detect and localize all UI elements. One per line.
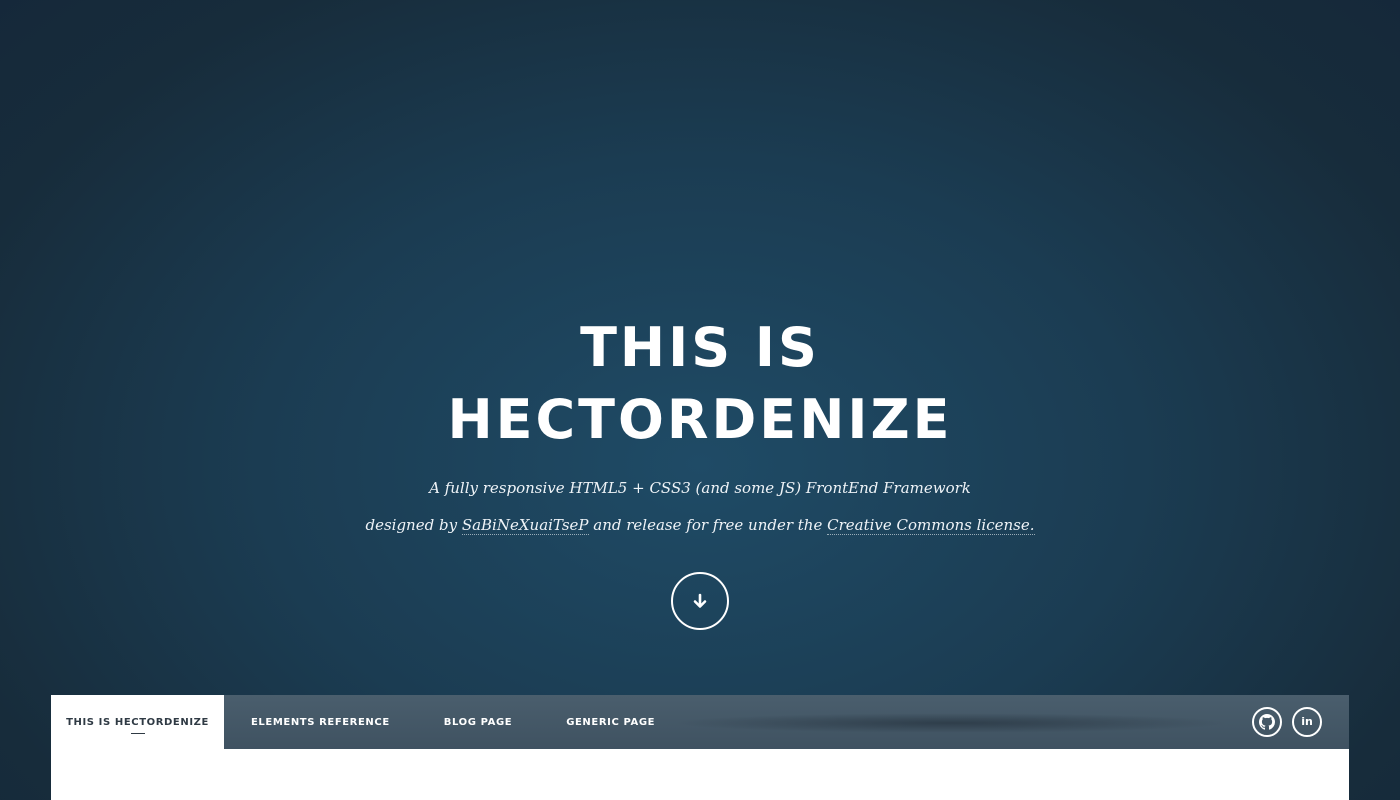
main-navigation: THIS IS HECTORDENIZE ELEMENTS REFERENCE … [51,695,1349,749]
arrow-down-icon [693,593,707,608]
hero-title: THIS IS HECTORDENIZE [0,312,1400,456]
hero-section: THIS IS HECTORDENIZE A fully responsive … [0,0,1400,695]
tagline-middle: and release for free under the [588,516,828,534]
linkedin-button[interactable]: in [1292,707,1322,737]
hero-title-line-2: HECTORDENIZE [447,388,953,451]
nav-item-elements-reference[interactable]: ELEMENTS REFERENCE [224,695,417,749]
nav-item-label: BLOG PAGE [443,716,513,728]
nav-item-label: GENERIC PAGE [566,716,656,728]
author-link[interactable]: SaBiNeXuaiTseP [461,516,589,535]
tagline-line-2: designed by SaBiNeXuaiTseP and release f… [0,515,1400,535]
nav-item-generic-page[interactable]: GENERIC PAGE [539,695,682,749]
nav-item-this-is-hectordenize[interactable]: THIS IS HECTORDENIZE [51,695,224,749]
nav-item-label: THIS IS HECTORDENIZE [66,716,209,734]
nav-item-label: ELEMENTS REFERENCE [251,716,390,728]
tagline-prefix: designed by [365,516,462,534]
nav-item-blog-page[interactable]: BLOG PAGE [417,695,539,749]
content-panel [51,749,1349,800]
linkedin-icon: in [1301,715,1313,728]
nav-shadow-decoration [671,713,1231,733]
license-link[interactable]: Creative Commons license. [827,516,1035,535]
social-icons: in [1252,695,1349,749]
github-icon [1259,714,1275,730]
hero-title-line-1: THIS IS [580,316,820,379]
scroll-down-button[interactable] [671,572,729,630]
github-button[interactable] [1252,707,1282,737]
tagline-line-1: A fully responsive HTML5 + CSS3 (and som… [429,479,971,497]
